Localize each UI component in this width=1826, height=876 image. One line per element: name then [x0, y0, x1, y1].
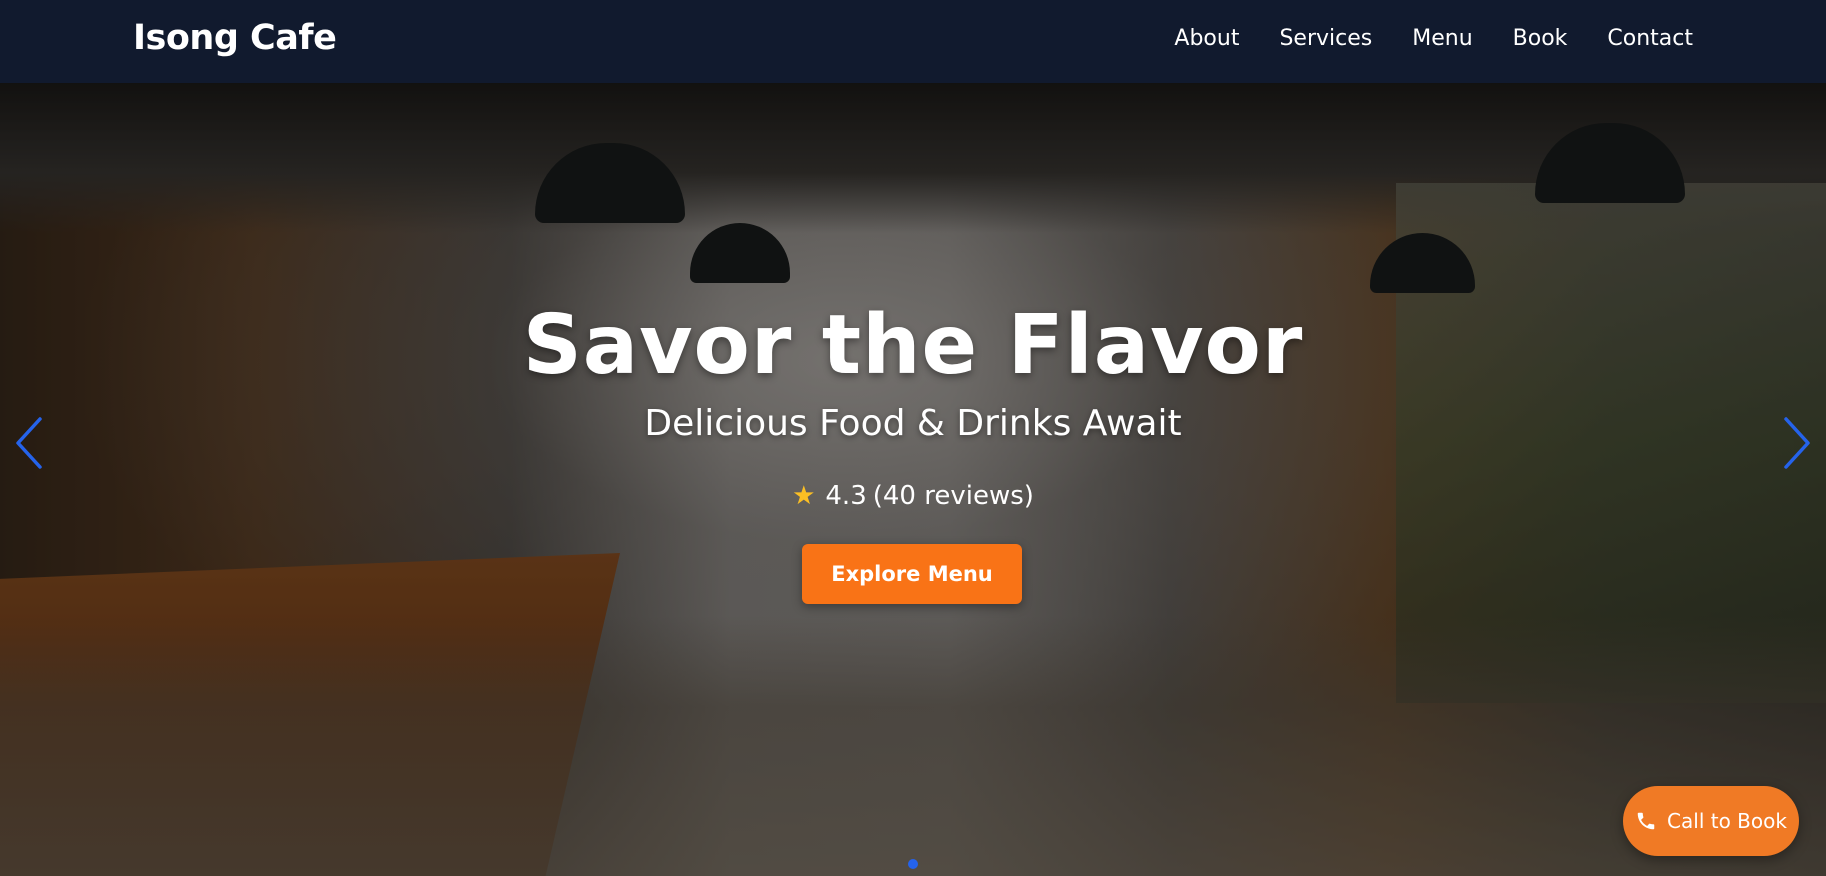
nav-link-services[interactable]: Services: [1279, 26, 1372, 51]
nav-link-contact[interactable]: Contact: [1607, 26, 1693, 51]
carousel-indicators: [0, 859, 1826, 869]
hero-content: Savor the Flavor Delicious Food & Drinks…: [0, 83, 1826, 876]
phone-icon: [1635, 810, 1657, 832]
rating-value: 4.3: [825, 481, 867, 511]
hero-rating: ★ 4.3 (40 reviews): [0, 481, 1826, 511]
hero-title: Savor the Flavor: [522, 298, 1304, 393]
rating-reviews: (40 reviews): [872, 481, 1034, 511]
explore-menu-button[interactable]: Explore Menu: [802, 544, 1022, 604]
brand-logo[interactable]: Isong Cafe: [133, 18, 337, 58]
navbar: Isong Cafe About Services Menu Book Cont…: [0, 0, 1826, 83]
nav-link-menu[interactable]: Menu: [1412, 26, 1472, 51]
hero-carousel: Savor the Flavor Delicious Food & Drinks…: [0, 83, 1826, 876]
chevron-left-icon: [16, 417, 42, 469]
chevron-right-icon: [1784, 417, 1810, 469]
nav-links: About Services Menu Book Contact: [1174, 26, 1693, 51]
call-to-book-button[interactable]: Call to Book: [1623, 786, 1799, 856]
nav-link-book[interactable]: Book: [1513, 26, 1568, 51]
hero-subtitle: Delicious Food & Drinks Await: [644, 403, 1182, 444]
carousel-prev-button[interactable]: [10, 411, 50, 475]
nav-link-about[interactable]: About: [1174, 26, 1239, 51]
carousel-indicator-dot[interactable]: [908, 859, 918, 869]
carousel-next-button[interactable]: [1776, 411, 1816, 475]
star-icon: ★: [792, 481, 816, 511]
call-to-book-label: Call to Book: [1667, 809, 1787, 833]
